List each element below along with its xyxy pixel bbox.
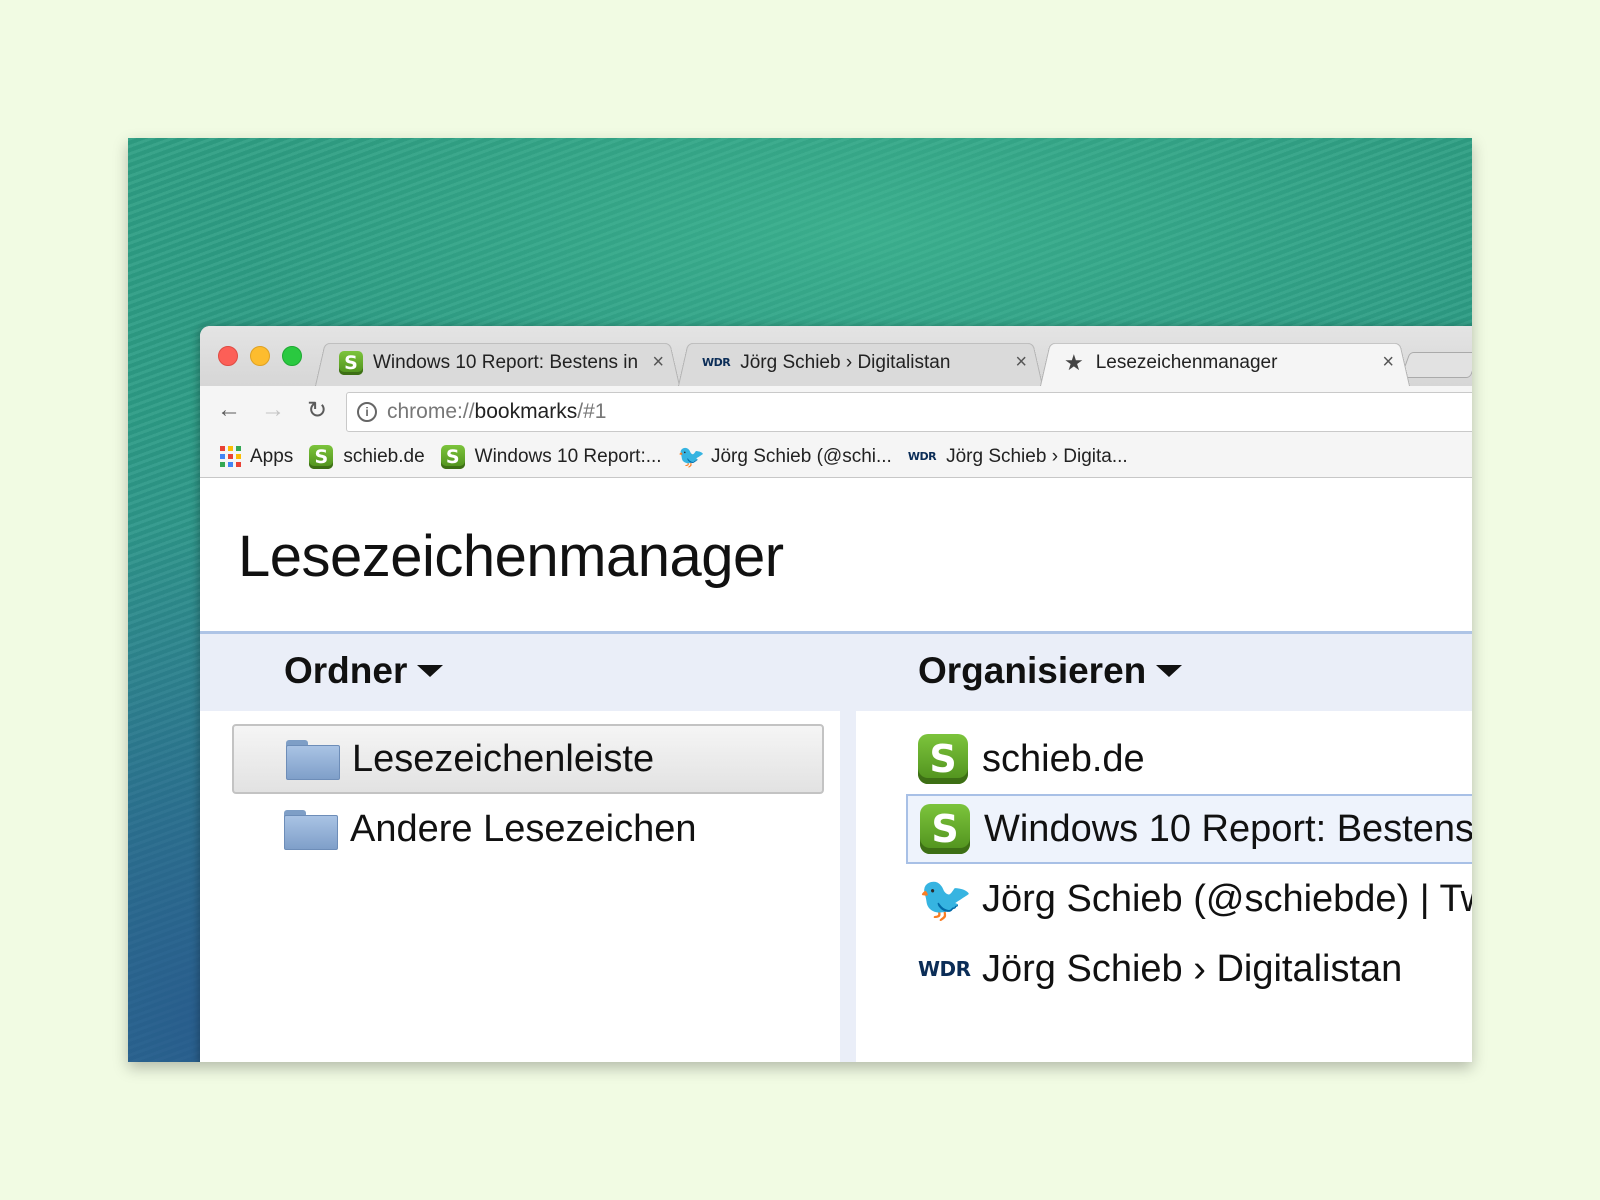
tab-windows-10-report[interactable]: S Windows 10 Report: Bestens in × — [315, 339, 680, 386]
star-icon: ★ — [1064, 349, 1084, 375]
bookmark-row-label: schieb.de — [982, 737, 1145, 780]
pane-splitter[interactable] — [840, 711, 856, 1062]
info-icon[interactable]: i — [357, 402, 377, 422]
wdr-icon: WDR — [907, 450, 937, 463]
page-title: Lesezeichenmanager — [238, 524, 784, 589]
caret-down-icon — [1156, 665, 1183, 677]
bookmark-row-label: Jörg Schieb › Digitalistan — [982, 947, 1403, 990]
tab-label: Jörg Schieb › Digitalistan — [740, 351, 951, 373]
schieb-s-icon: S — [309, 444, 334, 469]
close-icon[interactable]: × — [1382, 351, 1394, 374]
bookmark-row-digitalistan[interactable]: WDR Jörg Schieb › Digitalistan — [906, 934, 1472, 1004]
folder-icon — [286, 740, 340, 780]
zoom-window-button[interactable] — [282, 346, 302, 366]
schieb-s-icon: S — [918, 734, 968, 784]
bookmark-row-label: Windows 10 Report: Bestens — [984, 807, 1472, 850]
bookmark-row-schieb-de[interactable]: S schieb.de — [906, 724, 1472, 794]
tab-lesezeichenmanager[interactable]: ★ Lesezeichenmanager × — [1040, 339, 1410, 386]
bookmark-digitalistan[interactable]: WDR Jörg Schieb › Digita... — [908, 446, 1128, 468]
new-tab-button[interactable] — [1400, 352, 1472, 378]
wdr-icon: WDR — [918, 957, 971, 981]
close-icon[interactable]: × — [1015, 351, 1027, 374]
desktop-wallpaper: S Windows 10 Report: Bestens in × WDR Jö… — [128, 138, 1472, 1062]
caret-down-icon — [417, 665, 444, 677]
schieb-s-icon: S — [440, 444, 465, 469]
bookmark-schieb-de[interactable]: S schieb.de — [309, 444, 425, 469]
twitter-icon: 🐦 — [918, 875, 973, 924]
back-arrow-icon[interactable]: ← — [214, 396, 244, 424]
url-path: /#1 — [577, 400, 607, 423]
folders-menu-button[interactable]: Ordner — [284, 650, 444, 692]
folder-andere-lesezeichen[interactable]: Andere Lesezeichen — [232, 794, 824, 864]
reload-icon[interactable]: ↻ — [302, 396, 332, 425]
column-header-bar: Ordner Organisieren — [200, 631, 1472, 711]
minimize-window-button[interactable] — [250, 346, 270, 366]
url-host: bookmarks — [474, 400, 578, 423]
bookmark-manager-page: Lesezeichenmanager Ordner Organisieren L… — [200, 478, 1472, 1062]
schieb-s-icon: S — [339, 350, 363, 375]
folder-lesezeichenleiste[interactable]: Lesezeichenleiste — [232, 724, 824, 794]
browser-window: S Windows 10 Report: Bestens in × WDR Jö… — [200, 326, 1472, 1062]
bookmark-label: schieb.de — [343, 445, 425, 467]
bookmark-apps[interactable]: Apps — [220, 446, 293, 468]
folder-icon — [284, 810, 338, 850]
bookmark-row-label: Jörg Schieb (@schiebde) | Tw — [982, 877, 1472, 920]
bookmark-twitter[interactable]: 🐦 Jörg Schieb (@schi... — [678, 444, 892, 470]
tab-label: Windows 10 Report: Bestens in — [373, 351, 639, 373]
close-icon[interactable]: × — [652, 351, 664, 374]
address-bar[interactable]: i chrome://bookmarks/#1 — [346, 392, 1472, 432]
bookmark-windows-10-report[interactable]: S Windows 10 Report:... — [440, 444, 662, 469]
toolbar: ← → ↻ i chrome://bookmarks/#1 — [200, 386, 1472, 436]
close-window-button[interactable] — [218, 346, 238, 366]
folders-header-label: Ordner — [284, 650, 408, 691]
bookmark-label: Jörg Schieb (@schi... — [710, 445, 892, 467]
folder-label: Lesezeichenleiste — [352, 737, 655, 780]
bookmark-label: Windows 10 Report:... — [474, 445, 662, 467]
bookmark-label: Jörg Schieb › Digita... — [946, 445, 1128, 467]
tab-strip: S Windows 10 Report: Bestens in × WDR Jö… — [200, 326, 1472, 386]
forward-arrow-icon[interactable]: → — [258, 396, 288, 424]
wdr-icon: WDR — [702, 356, 731, 369]
bookmark-label: Apps — [250, 445, 294, 467]
bookmark-row-windows-10-report[interactable]: S Windows 10 Report: Bestens — [906, 794, 1472, 864]
tab-label: Lesezeichenmanager — [1095, 351, 1278, 373]
tab-digitalistan[interactable]: WDR Jörg Schieb › Digitalistan × — [678, 339, 1043, 386]
twitter-icon: 🐦 — [677, 443, 705, 469]
folder-label: Andere Lesezeichen — [350, 807, 697, 850]
bookmarks-bar: Apps S schieb.de S Windows 10 Report:...… — [200, 436, 1472, 478]
url-scheme: chrome:// — [387, 400, 475, 423]
apps-grid-icon — [220, 446, 241, 467]
schieb-s-icon: S — [920, 804, 970, 854]
bookmark-row-twitter[interactable]: 🐦 Jörg Schieb (@schiebde) | Tw — [906, 864, 1472, 934]
organize-header-label: Organisieren — [918, 650, 1147, 691]
organize-menu-button[interactable]: Organisieren — [918, 650, 1183, 692]
